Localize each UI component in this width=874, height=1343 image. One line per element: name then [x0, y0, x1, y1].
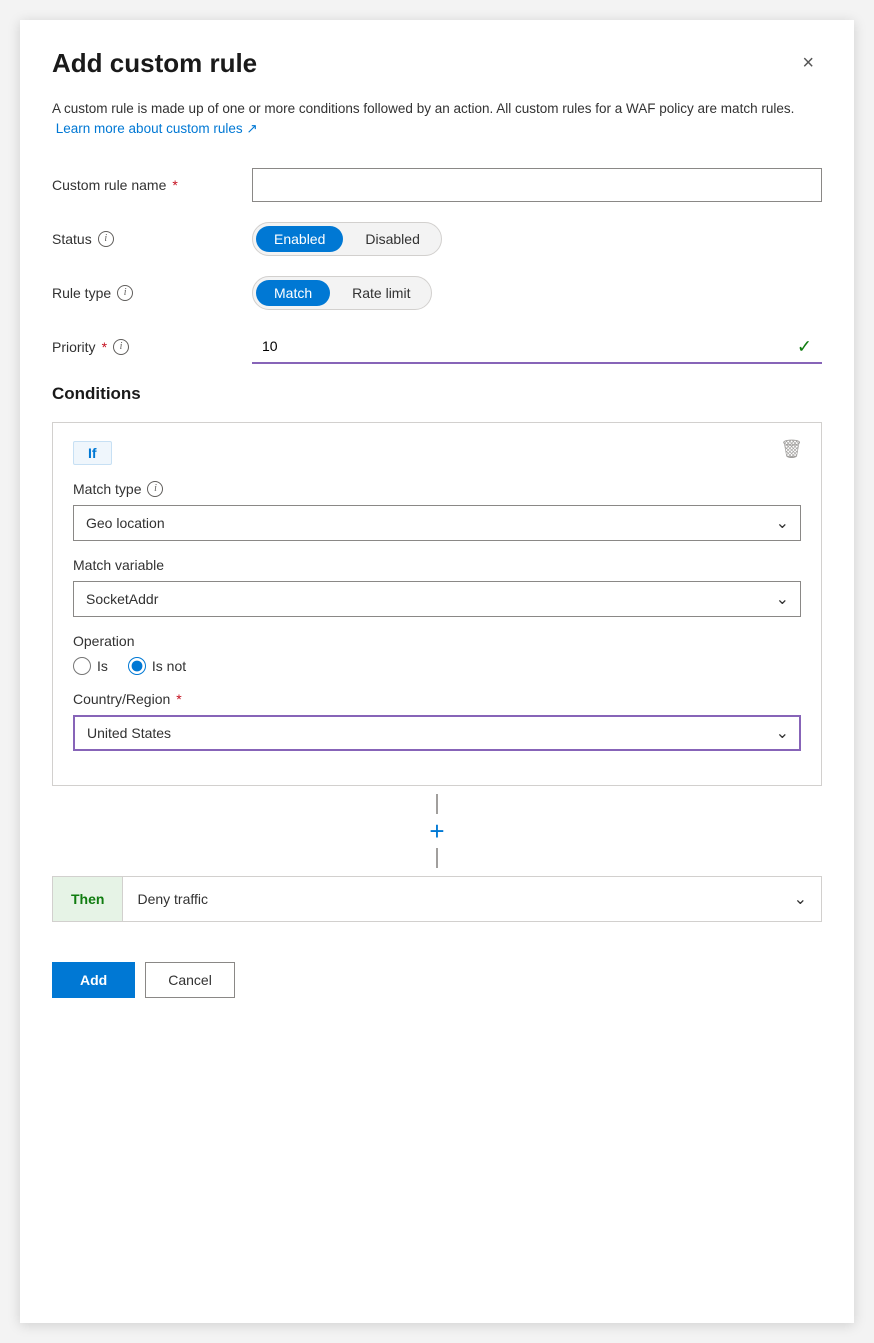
status-info-icon[interactable]: i: [98, 231, 114, 247]
priority-row: Priority * i ✓: [52, 330, 822, 364]
custom-rule-name-label: Custom rule name *: [52, 177, 252, 193]
external-link-icon: ↗: [246, 121, 257, 136]
delete-condition-button[interactable]: 🗑: [780, 439, 803, 460]
add-condition-connector: +: [52, 786, 822, 876]
then-action-select[interactable]: Deny traffic: [123, 877, 821, 921]
priority-required-star: *: [102, 339, 107, 355]
rule-type-control: Match Rate limit: [252, 276, 822, 310]
match-type-select[interactable]: Geo location: [73, 505, 801, 541]
if-badge: If: [73, 441, 112, 465]
operation-is-not-text: Is not: [152, 658, 186, 674]
add-condition-button[interactable]: +: [429, 818, 444, 844]
status-enabled-button[interactable]: Enabled: [256, 226, 343, 252]
then-action-select-wrap: Deny traffic ⌄: [123, 877, 821, 921]
rule-type-toggle-group: Match Rate limit: [252, 276, 432, 310]
status-row: Status i Enabled Disabled: [52, 222, 822, 256]
learn-more-link[interactable]: Learn more about custom rules ↗: [56, 121, 258, 136]
operation-label: Operation: [73, 633, 801, 649]
match-type-label: Match type i: [73, 481, 801, 497]
dialog-header: Add custom rule ×: [52, 48, 822, 79]
then-badge: Then: [53, 877, 123, 921]
country-region-label: Country/Region *: [73, 691, 801, 707]
add-custom-rule-dialog: Add custom rule × A custom rule is made …: [20, 20, 854, 1323]
add-button[interactable]: Add: [52, 962, 135, 998]
priority-control: ✓: [252, 330, 822, 364]
dialog-footer: Add Cancel: [52, 962, 822, 998]
operation-section: Operation Is Is not: [73, 633, 801, 675]
status-toggle-group: Enabled Disabled: [252, 222, 442, 256]
operation-row: Is Is not: [73, 657, 801, 675]
then-row: Then Deny traffic ⌄: [52, 876, 822, 922]
conditions-section-title: Conditions: [52, 384, 822, 404]
priority-input-wrap: ✓: [252, 330, 822, 364]
match-variable-select[interactable]: SocketAddr: [73, 581, 801, 617]
country-required-star: *: [176, 691, 181, 707]
status-label: Status i: [52, 231, 252, 247]
rule-type-info-icon[interactable]: i: [117, 285, 133, 301]
operation-is-text: Is: [97, 658, 108, 674]
match-type-select-wrap: Geo location ⌄: [73, 505, 801, 541]
operation-is-radio[interactable]: [73, 657, 91, 675]
priority-check-icon: ✓: [797, 336, 812, 357]
dialog-description: A custom rule is made up of one or more …: [52, 99, 822, 140]
country-region-select-wrap: United States ⌄: [73, 715, 801, 751]
operation-is-not-label[interactable]: Is not: [128, 657, 186, 675]
close-button[interactable]: ×: [794, 48, 822, 79]
match-variable-select-wrap: SocketAddr ⌄: [73, 581, 801, 617]
status-control: Enabled Disabled: [252, 222, 822, 256]
status-disabled-button[interactable]: Disabled: [347, 226, 437, 252]
required-star: *: [172, 177, 177, 193]
arrow-line-bottom: [436, 848, 438, 868]
operation-is-label[interactable]: Is: [73, 657, 108, 675]
custom-rule-name-control: [252, 168, 822, 202]
rule-type-rate-limit-button[interactable]: Rate limit: [334, 280, 428, 306]
match-variable-label: Match variable: [73, 557, 801, 573]
cancel-button[interactable]: Cancel: [145, 962, 235, 998]
dialog-title: Add custom rule: [52, 48, 257, 79]
rule-type-match-button[interactable]: Match: [256, 280, 330, 306]
match-type-info-icon[interactable]: i: [147, 481, 163, 497]
arrow-line-top: [436, 794, 438, 814]
priority-info-icon[interactable]: i: [113, 339, 129, 355]
custom-rule-name-row: Custom rule name *: [52, 168, 822, 202]
country-region-select[interactable]: United States: [73, 715, 801, 751]
priority-label: Priority * i: [52, 339, 252, 355]
custom-rule-name-input[interactable]: [252, 168, 822, 202]
operation-is-not-radio[interactable]: [128, 657, 146, 675]
condition-card: If 🗑 Match type i Geo location ⌄ Match v…: [52, 422, 822, 786]
priority-input[interactable]: [252, 330, 822, 364]
rule-type-label: Rule type i: [52, 285, 252, 301]
rule-type-row: Rule type i Match Rate limit: [52, 276, 822, 310]
description-text: A custom rule is made up of one or more …: [52, 101, 794, 116]
